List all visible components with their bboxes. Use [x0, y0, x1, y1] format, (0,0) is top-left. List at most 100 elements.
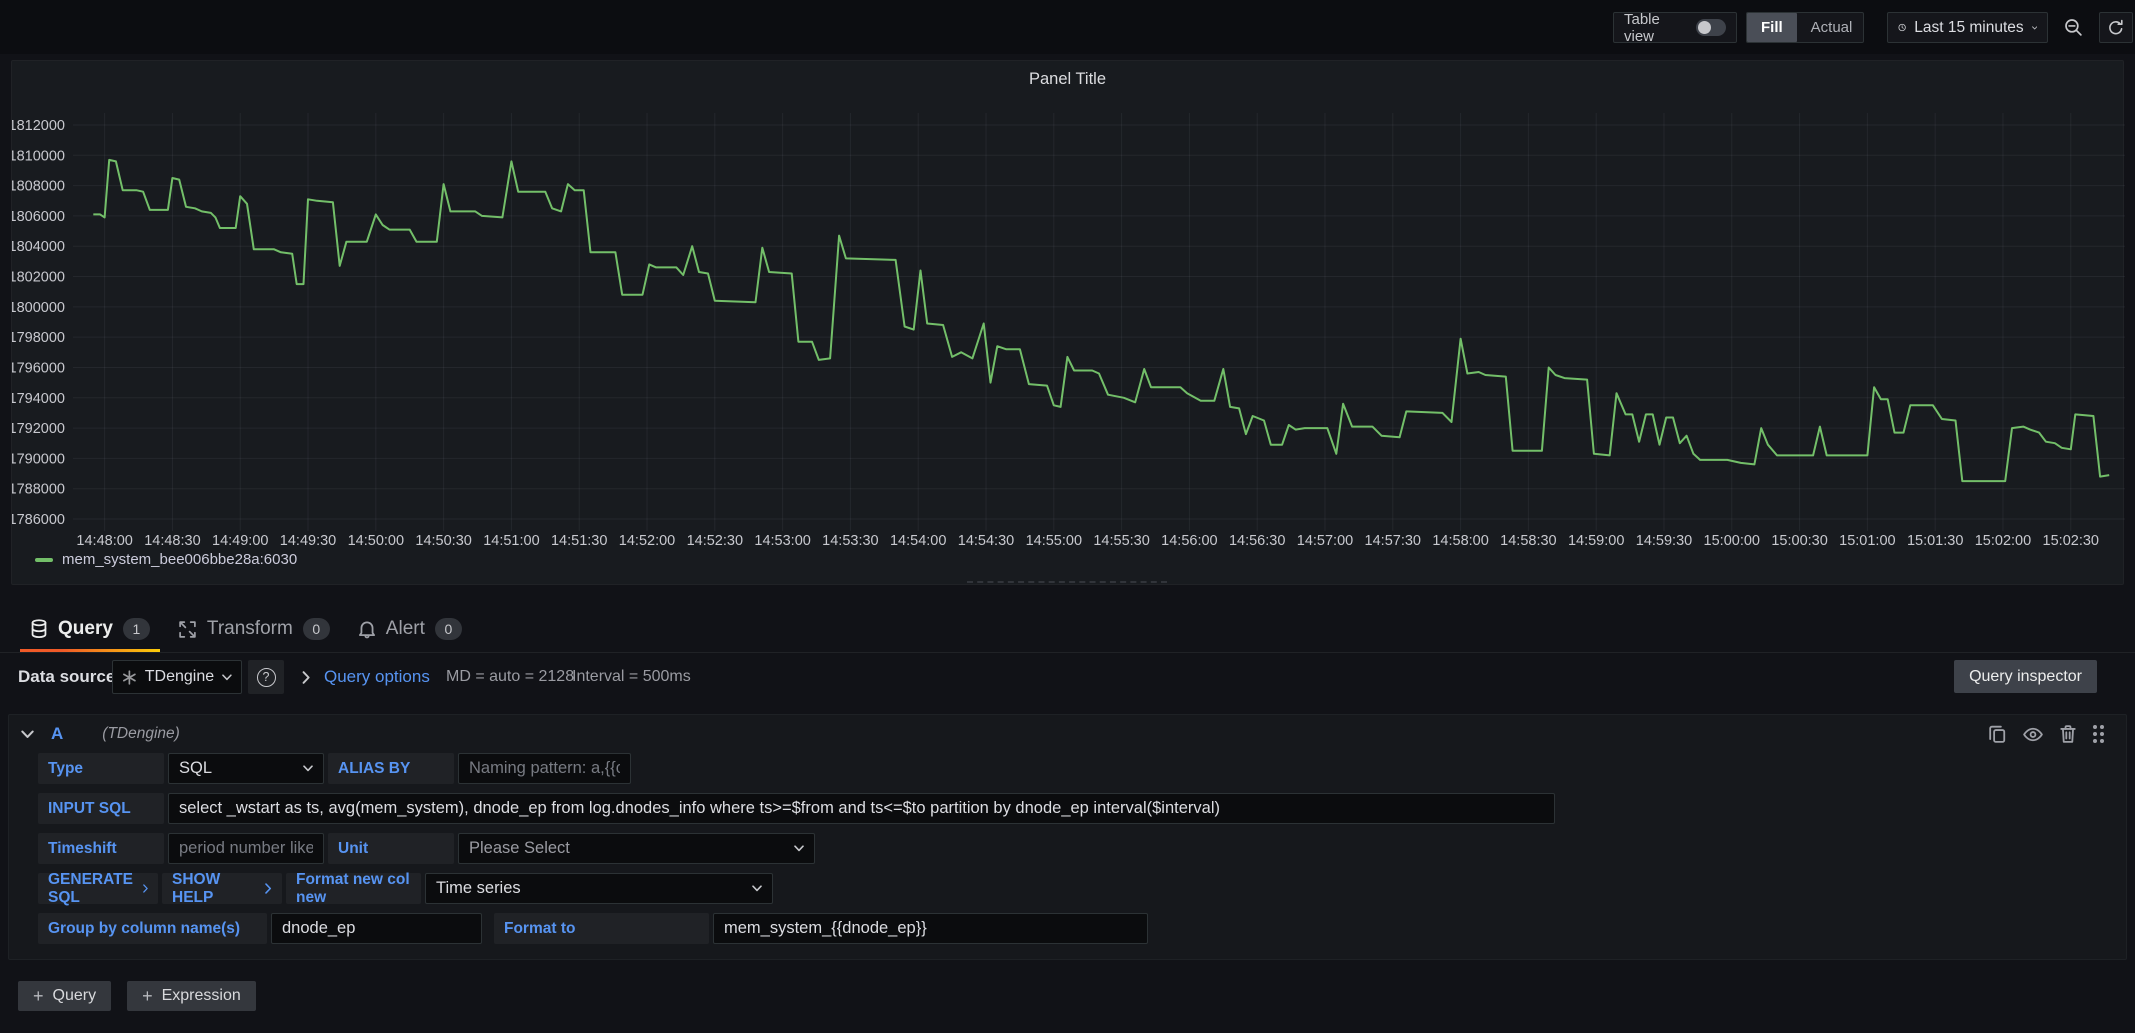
y-axis-tick-label: 1790000 — [12, 451, 65, 467]
chevron-right-icon — [265, 883, 272, 894]
chevron-down-icon — [222, 674, 232, 681]
y-axis-tick-label: 1812000 — [12, 118, 65, 134]
tab-alert-label: Alert — [386, 618, 425, 640]
show-help-button[interactable]: SHOW HELP — [162, 873, 282, 904]
tab-transform-count: 0 — [303, 618, 330, 640]
plus-icon: + — [33, 986, 44, 1007]
add-expression-button[interactable]: + Expression — [127, 981, 256, 1011]
panel-resize-handle[interactable] — [967, 581, 1167, 583]
query-header[interactable]: A (TDengine) — [9, 715, 2126, 753]
fill-option[interactable]: Fill — [1747, 13, 1797, 42]
chevron-down-icon — [2032, 24, 2037, 32]
time-range-picker[interactable]: Last 15 minutes — [1887, 12, 2048, 43]
alias-by-label: ALIAS BY — [328, 753, 454, 784]
duplicate-icon[interactable] — [1989, 725, 2006, 743]
x-axis-tick-label: 15:01:00 — [1839, 533, 1895, 549]
x-axis-tick-label: 14:48:00 — [76, 533, 132, 549]
interval-text: Interval = 500ms — [572, 668, 691, 686]
eye-icon[interactable] — [2023, 727, 2043, 742]
timeseries-chart[interactable]: 1786000178800017900001792000179400017960… — [12, 89, 2125, 551]
y-axis-tick-label: 1810000 — [12, 148, 65, 164]
show-help-label: SHOW HELP — [172, 871, 265, 907]
y-axis-tick-label: 1800000 — [12, 300, 65, 316]
y-axis-tick-label: 1806000 — [12, 209, 65, 225]
caret-down-icon — [752, 885, 762, 892]
drag-grip-icon[interactable] — [2093, 725, 2104, 743]
caret-down-icon — [303, 765, 313, 772]
group-by-label: Group by column name(s) — [38, 913, 267, 944]
zoom-out-button[interactable] — [2055, 12, 2091, 43]
x-axis-tick-label: 14:49:00 — [212, 533, 268, 549]
legend-series-marker — [35, 558, 53, 562]
x-axis-tick-label: 15:02:30 — [2043, 533, 2099, 549]
y-axis-tick-label: 1798000 — [12, 330, 65, 346]
timeshift-row: Timeshift Unit Please Select — [9, 833, 2126, 864]
trash-icon[interactable] — [2060, 725, 2076, 743]
time-range-label: Last 15 minutes — [1914, 19, 2023, 37]
x-axis-tick-label: 14:55:00 — [1026, 533, 1082, 549]
chevron-right-icon — [143, 883, 148, 894]
table-view-toggle[interactable] — [1696, 19, 1726, 36]
x-axis-tick-label: 14:54:00 — [890, 533, 946, 549]
caret-down-icon — [794, 845, 804, 852]
x-axis-tick-label: 14:50:30 — [415, 533, 471, 549]
refresh-icon — [2107, 19, 2125, 37]
y-axis-tick-label: 1792000 — [12, 421, 65, 437]
collapse-chevron-icon[interactable] — [21, 730, 34, 739]
x-axis-tick-label: 14:55:30 — [1093, 533, 1149, 549]
query-editor-row-a: A (TDengine) Type SQL ALIAS BY INPUT SQL — [8, 714, 2127, 960]
tab-transform[interactable]: Transform 0 — [164, 606, 344, 652]
panel-title[interactable]: Panel Title — [12, 70, 2123, 89]
format-select[interactable]: Time series — [425, 873, 773, 904]
alias-by-input[interactable] — [458, 753, 631, 784]
zoom-out-icon — [2064, 18, 2083, 37]
query-options-link[interactable]: Query options — [324, 667, 430, 687]
timeshift-input[interactable] — [168, 833, 324, 864]
transform-icon — [178, 620, 197, 639]
add-query-button[interactable]: + Query — [18, 981, 111, 1011]
table-view-group: Table view — [1613, 12, 1737, 43]
datasource-label: Data source — [18, 667, 115, 687]
y-axis-tick-label: 1796000 — [12, 360, 65, 376]
datasource-picker[interactable]: TDengine — [112, 660, 242, 694]
tab-query-count: 1 — [123, 618, 150, 640]
refresh-button[interactable] — [2099, 12, 2133, 43]
x-axis-tick-label: 14:56:00 — [1161, 533, 1217, 549]
y-axis-tick-label: 1802000 — [12, 270, 65, 286]
x-axis-tick-label: 14:52:00 — [619, 533, 675, 549]
datasource-name: TDengine — [145, 668, 214, 686]
chevron-right-icon[interactable] — [302, 671, 311, 684]
datasource-help-button[interactable]: ? — [248, 660, 284, 694]
plus-icon: + — [142, 986, 153, 1007]
type-label: Type — [38, 753, 164, 784]
x-axis-tick-label: 15:00:00 — [1704, 533, 1760, 549]
x-axis-tick-label: 14:51:00 — [483, 533, 539, 549]
format-to-input[interactable] — [713, 913, 1148, 944]
datasource-bar: Data source TDengine ? Query options MD … — [0, 658, 2135, 698]
unit-select-placeholder: Please Select — [469, 839, 570, 858]
type-select[interactable]: SQL — [168, 753, 324, 784]
generate-sql-label: GENERATE SQL — [48, 871, 143, 907]
x-axis-tick-label: 14:52:30 — [687, 533, 743, 549]
x-axis-tick-label: 14:50:00 — [348, 533, 404, 549]
tab-alert[interactable]: Alert 0 — [344, 606, 476, 652]
generate-sql-button[interactable]: GENERATE SQL — [38, 873, 158, 904]
x-axis-tick-label: 14:51:30 — [551, 533, 607, 549]
x-axis-tick-label: 14:53:00 — [754, 533, 810, 549]
actual-option[interactable]: Actual — [1797, 13, 1867, 42]
max-datapoints-text: MD = auto = 2128 — [446, 668, 574, 686]
input-sql-field[interactable] — [168, 793, 1555, 824]
chart-legend[interactable]: mem_system_bee006bbe28a:6030 — [35, 551, 297, 568]
x-axis-tick-label: 14:59:00 — [1568, 533, 1624, 549]
tab-query[interactable]: Query 1 — [16, 606, 164, 652]
type-row: Type SQL ALIAS BY — [9, 753, 2126, 784]
query-inspector-button[interactable]: Query inspector — [1954, 660, 2097, 693]
help-icon: ? — [257, 668, 276, 687]
query-datasource-hint: (TDengine) — [102, 725, 180, 743]
y-axis-tick-label: 1788000 — [12, 482, 65, 498]
table-view-label: Table view — [1624, 11, 1687, 45]
unit-select[interactable]: Please Select — [458, 833, 815, 864]
timeshift-label: Timeshift — [38, 833, 164, 864]
group-by-input[interactable] — [271, 913, 482, 944]
query-header-actions — [1989, 715, 2104, 753]
